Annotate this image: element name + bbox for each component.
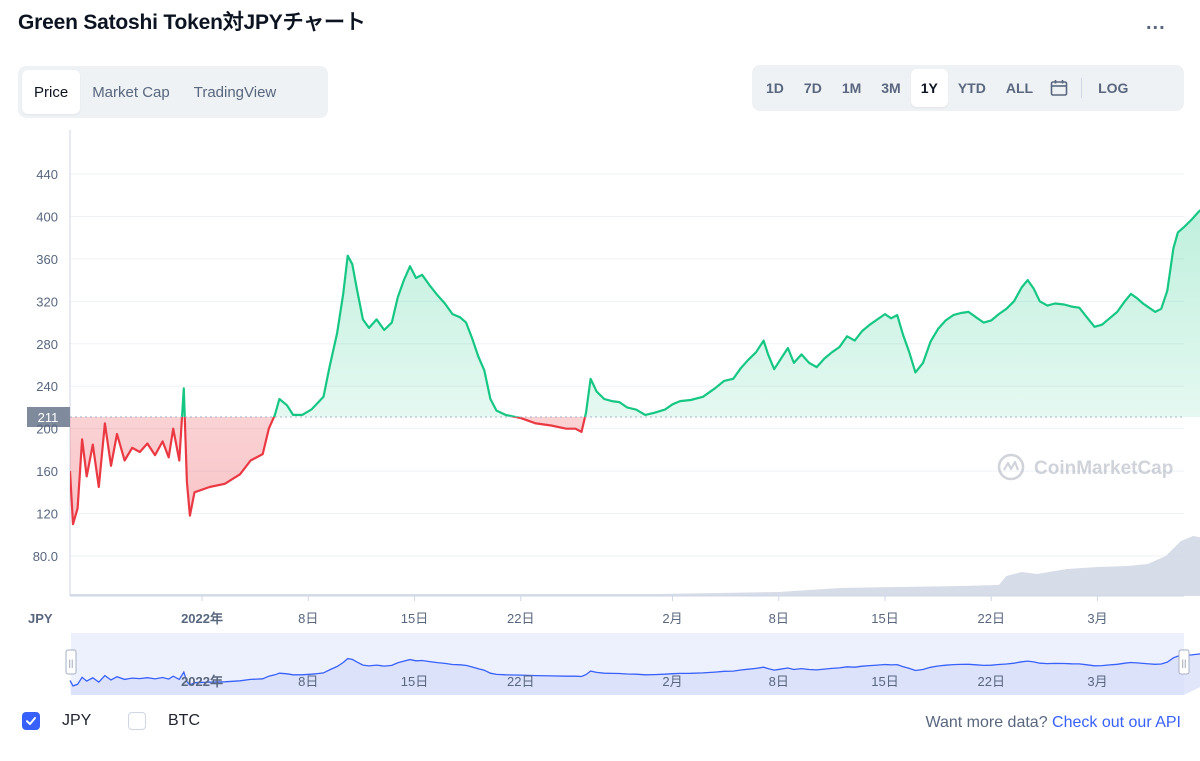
y-tick-label: 200 [36, 422, 58, 437]
legend-btc-label: BTC [168, 712, 200, 729]
x-tick-label: 2月 [662, 611, 682, 626]
x-tick-label: 22日 [978, 611, 1005, 626]
range-divider [1081, 78, 1083, 98]
navigator-tick-label: 2022年 [181, 674, 223, 689]
x-tick-label: 3月 [1087, 611, 1107, 626]
navigator-tick-label: 8日 [298, 674, 318, 689]
handle-label: || [1182, 658, 1187, 668]
y-tick-label: 160 [36, 464, 58, 479]
navigator-handle-right[interactable]: || [1178, 649, 1190, 675]
legend-btc[interactable]: BTC [128, 712, 200, 730]
x-tick-label: 15日 [401, 611, 428, 626]
page-title: Green Satoshi Token対JPYチャート [18, 11, 366, 34]
volume-bars [70, 536, 1200, 596]
navigator-tick-label: 3月 [1087, 674, 1107, 689]
jpy-checkbox[interactable] [22, 712, 40, 730]
range-all[interactable]: ALL [996, 69, 1043, 107]
range-1m[interactable]: 1M [832, 69, 871, 107]
y-tick-label: 80.0 [33, 549, 58, 564]
y-tick-label: 320 [36, 294, 58, 309]
y-tick-label: 120 [36, 507, 58, 522]
navigator-tick-label: 22日 [507, 674, 534, 689]
coinmarketcap-watermark: CoinMarketCap [997, 453, 1173, 481]
tab-price[interactable]: Price [22, 70, 81, 114]
range-ytd[interactable]: YTD [948, 69, 996, 107]
price-area [70, 210, 1200, 525]
navigator-tick-label: 15日 [401, 674, 428, 689]
volume-area [70, 536, 1200, 596]
check-icon [26, 717, 36, 725]
watermark-text: CoinMarketCap [1034, 458, 1173, 479]
y-tick-label: 240 [36, 379, 58, 394]
tab-tradingview[interactable]: TradingView [182, 70, 289, 114]
handle-label: || [69, 658, 74, 668]
more-data-text: Want more data? Check out our API [925, 714, 1181, 732]
x-tick-label: 2022年 [181, 611, 223, 626]
range-tabs: 1D 7D 1M 3M 1Y YTD ALL LOG [752, 65, 1184, 111]
x-tick-label: 22日 [507, 611, 534, 626]
navigator-tick-label: 2月 [662, 674, 682, 689]
tab-market-cap[interactable]: Market Cap [80, 70, 182, 114]
api-link[interactable]: Check out our API [1052, 714, 1181, 731]
calendar-icon[interactable] [1043, 69, 1075, 107]
navigator-handle-left[interactable]: || [65, 649, 77, 675]
legend-jpy-label: JPY [62, 712, 92, 729]
x-tick-label: 15日 [871, 611, 898, 626]
range-navigator: 2022年 8日 15日 22日 2月 8日 15日 22日 3月 || || [65, 633, 1200, 695]
navigator-tick-label: 22日 [978, 674, 1005, 689]
more-options-button[interactable]: ... [1146, 12, 1166, 35]
y-tick-label: 440 [36, 167, 58, 182]
y-tick-label: 360 [36, 252, 58, 267]
x-tick-label: 8日 [769, 611, 789, 626]
y-tick-label: 400 [36, 209, 58, 224]
range-7d[interactable]: 7D [794, 69, 832, 107]
range-3m[interactable]: 3M [871, 69, 910, 107]
navigator-tick-label: 8日 [769, 674, 789, 689]
currency-axis-label: JPY [28, 611, 53, 626]
legend-jpy[interactable]: JPY [22, 712, 91, 730]
more-data-prompt: Want more data? [925, 714, 1053, 731]
price-chart[interactable]: 211 CoinMarketCap 80.0120160200240280320… [0, 130, 1200, 705]
x-axis: JPY 2022年 8日 15日 22日 2月 8日 15日 22日 3月 [28, 596, 1108, 626]
view-tabs: Price Market Cap TradingView [18, 66, 328, 118]
y-tick-label: 280 [36, 337, 58, 352]
log-scale-button[interactable]: LOG [1088, 69, 1138, 107]
btc-checkbox[interactable] [128, 712, 146, 730]
range-1d[interactable]: 1D [756, 69, 794, 107]
navigator-tick-label: 15日 [871, 674, 898, 689]
range-1y[interactable]: 1Y [910, 69, 948, 107]
x-tick-label: 8日 [298, 611, 318, 626]
y-axis: 80.0 120 160 200 240 280 320 360 400 440 [33, 167, 58, 564]
